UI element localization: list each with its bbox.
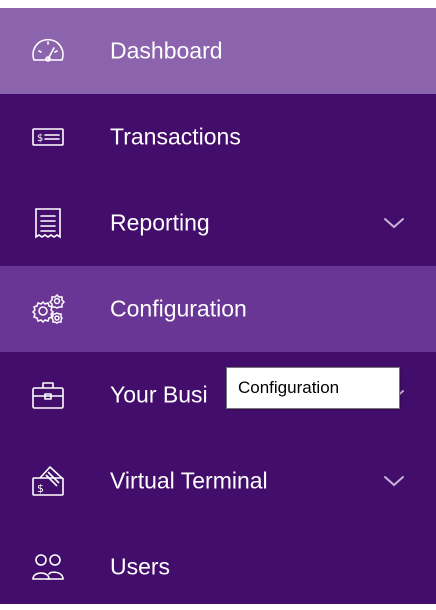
briefcase-icon: [30, 377, 66, 413]
chevron-down-icon[interactable]: [383, 474, 405, 488]
tooltip: Configuration: [226, 367, 400, 409]
gears-icon: [30, 291, 66, 327]
sidebar-nav: Dashboard $ Transactions Reporting Confi…: [0, 8, 436, 604]
chevron-down-icon[interactable]: [383, 216, 405, 230]
nav-item-transactions[interactable]: $ Transactions: [0, 94, 436, 180]
nav-item-label: Reporting: [110, 209, 210, 236]
nav-item-label: Users: [110, 553, 171, 580]
receipt-icon: [30, 205, 66, 241]
svg-text:$: $: [37, 482, 44, 495]
nav-item-dashboard[interactable]: Dashboard: [0, 8, 436, 94]
gauge-icon: [30, 33, 66, 69]
nav-item-label: Transactions: [110, 123, 241, 150]
nav-item-label: Your Busi: [110, 381, 208, 408]
users-icon: [30, 549, 66, 585]
nav-item-label: Configuration: [110, 295, 247, 322]
nav-item-users[interactable]: Users: [0, 524, 436, 610]
card-terminal-icon: $: [30, 463, 66, 499]
bill-icon: $: [30, 119, 66, 155]
nav-item-virtual-terminal[interactable]: $ Virtual Terminal: [0, 438, 436, 524]
nav-item-reporting[interactable]: Reporting: [0, 180, 436, 266]
svg-text:$: $: [37, 133, 43, 144]
nav-item-configuration[interactable]: Configuration: [0, 266, 436, 352]
nav-item-label: Dashboard: [110, 37, 223, 64]
nav-item-label: Virtual Terminal: [110, 467, 268, 494]
